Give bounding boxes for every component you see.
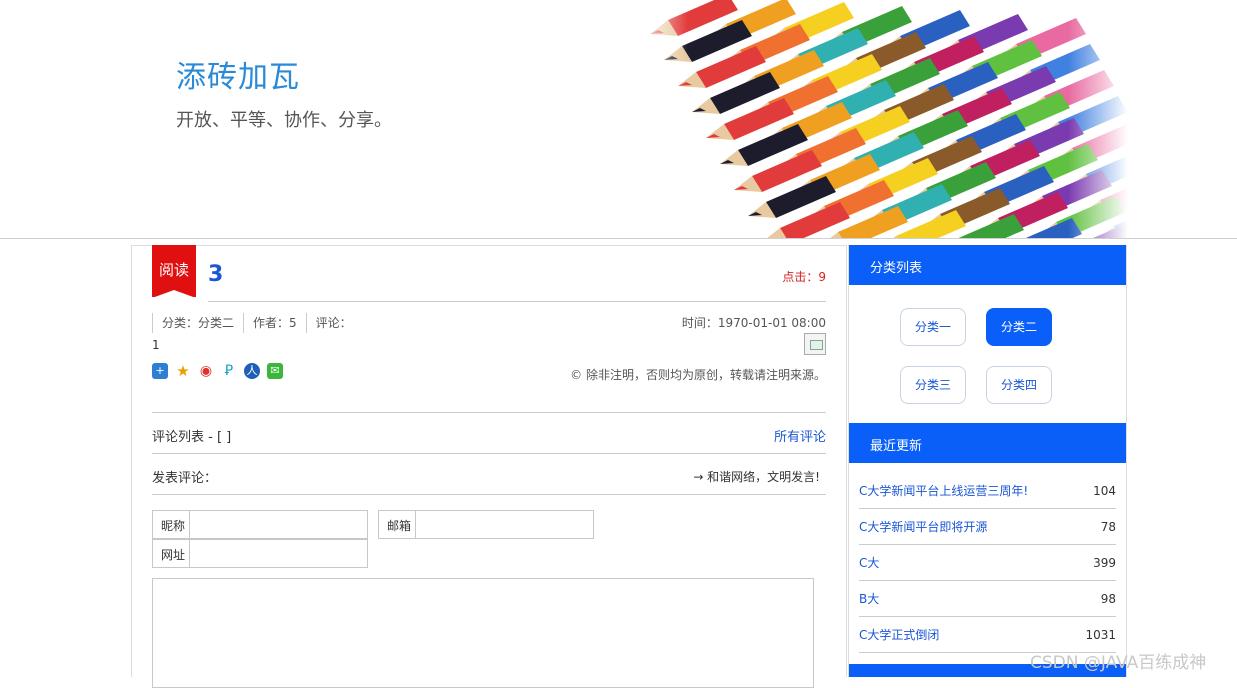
email-label: 邮箱 <box>379 511 416 538</box>
email-input[interactable] <box>416 511 593 538</box>
recent-item-count: 98 <box>1100 591 1116 606</box>
category-list: 分类一 分类二 分类三 分类四 <box>849 285 1126 423</box>
meta-category[interactable]: 分类：分类二 <box>152 313 243 333</box>
article-panel: 阅读 3 点击：9 分类：分类二 作者：5 评论： 时间：1970-01-01 … <box>131 245 847 688</box>
recent-header: 最近更新 <box>849 423 1126 463</box>
divider <box>152 494 826 495</box>
comment-list-label: 评论列表 - [ ] <box>152 430 232 445</box>
ribbon-label: 阅读 <box>158 261 189 279</box>
recent-item-title[interactable]: B大 <box>859 590 879 607</box>
all-comments-link[interactable]: 所有评论 <box>774 426 826 445</box>
recent-item-count: 1031 <box>1085 627 1116 642</box>
share-bar: + ★ ◉ Ꝑ 人 ✉ <box>152 363 283 379</box>
recent-list: C大学新闻平台上线运营三周年! 104 C大学新闻平台即将开源 78 C大 39… <box>849 463 1126 653</box>
publish-time: 时间：1970-01-01 08:00 <box>681 316 826 330</box>
post-comment-label: 发表评论： <box>152 471 218 486</box>
meta-comments: 评论： <box>305 313 361 333</box>
watermark: CSDN @JAVA百练成神 <box>1030 653 1207 673</box>
copyright-note: © 除非注明，否则均为原创，转载请注明来源。 <box>570 368 826 382</box>
url-field: 网址 <box>152 539 368 568</box>
nickname-field: 昵称 <box>152 510 368 539</box>
divider <box>152 412 826 413</box>
recent-item-count: 78 <box>1100 519 1116 534</box>
nickname-label: 昵称 <box>153 511 190 538</box>
recent-item-title[interactable]: C大学正式倒闭 <box>859 626 939 643</box>
share-plus-icon[interactable]: + <box>152 363 168 379</box>
category-item[interactable]: 分类一 <box>900 308 966 346</box>
recent-item[interactable]: C大学新闻平台上线运营三周年! 104 <box>859 473 1116 509</box>
renren-icon[interactable]: 人 <box>244 363 260 379</box>
divider <box>152 453 826 454</box>
article-meta: 分类：分类二 作者：5 评论： <box>152 313 361 333</box>
recent-item-count: 104 <box>1093 483 1116 498</box>
qzone-icon[interactable]: ★ <box>175 363 191 379</box>
categories-header: 分类列表 <box>849 245 1126 285</box>
weibo-icon[interactable]: ◉ <box>198 363 214 379</box>
recent-item[interactable]: B大 98 <box>859 581 1116 617</box>
recent-item-title[interactable]: C大学新闻平台即将开源 <box>859 518 987 535</box>
wechat-icon[interactable]: ✉ <box>267 363 283 379</box>
colored-pencils-image <box>628 0 1128 238</box>
email-field: 邮箱 <box>378 510 594 539</box>
recent-item[interactable]: C大学新闻平台即将开源 78 <box>859 509 1116 545</box>
recent-item-title[interactable]: C大学新闻平台上线运营三周年! <box>859 482 1028 499</box>
read-ribbon: 阅读 <box>152 245 196 298</box>
sidebar: 分类列表 分类一 分类二 分类三 分类四 最近更新 C大学新闻平台上线运营三周年… <box>848 245 1127 677</box>
recent-item[interactable]: C大 399 <box>859 545 1116 581</box>
recent-item-title[interactable]: C大 <box>859 554 879 571</box>
comment-textarea[interactable] <box>152 578 814 688</box>
civil-note: → 和谐网络，文明发言! <box>693 470 820 484</box>
meta-author: 作者：5 <box>243 313 306 333</box>
category-item[interactable]: 分类四 <box>986 366 1052 404</box>
article-title[interactable]: 3 <box>208 262 223 287</box>
nickname-input[interactable] <box>190 511 367 538</box>
hit-count: 点击：9 <box>782 270 826 284</box>
site-slogan: 开放、平等、协作、分享。 <box>176 110 392 131</box>
url-label: 网址 <box>153 540 190 567</box>
pengyou-icon[interactable]: Ꝑ <box>221 363 237 379</box>
category-item[interactable]: 分类三 <box>900 366 966 404</box>
url-input[interactable] <box>190 540 367 567</box>
category-item-active[interactable]: 分类二 <box>986 308 1052 346</box>
article-body: 1 <box>152 338 160 352</box>
broken-image-icon <box>804 333 826 355</box>
title-divider <box>208 301 826 302</box>
recent-item-count: 399 <box>1093 555 1116 570</box>
site-title[interactable]: 添砖加瓦 <box>176 52 300 96</box>
site-header: 添砖加瓦 开放、平等、协作、分享。 <box>0 0 1237 239</box>
